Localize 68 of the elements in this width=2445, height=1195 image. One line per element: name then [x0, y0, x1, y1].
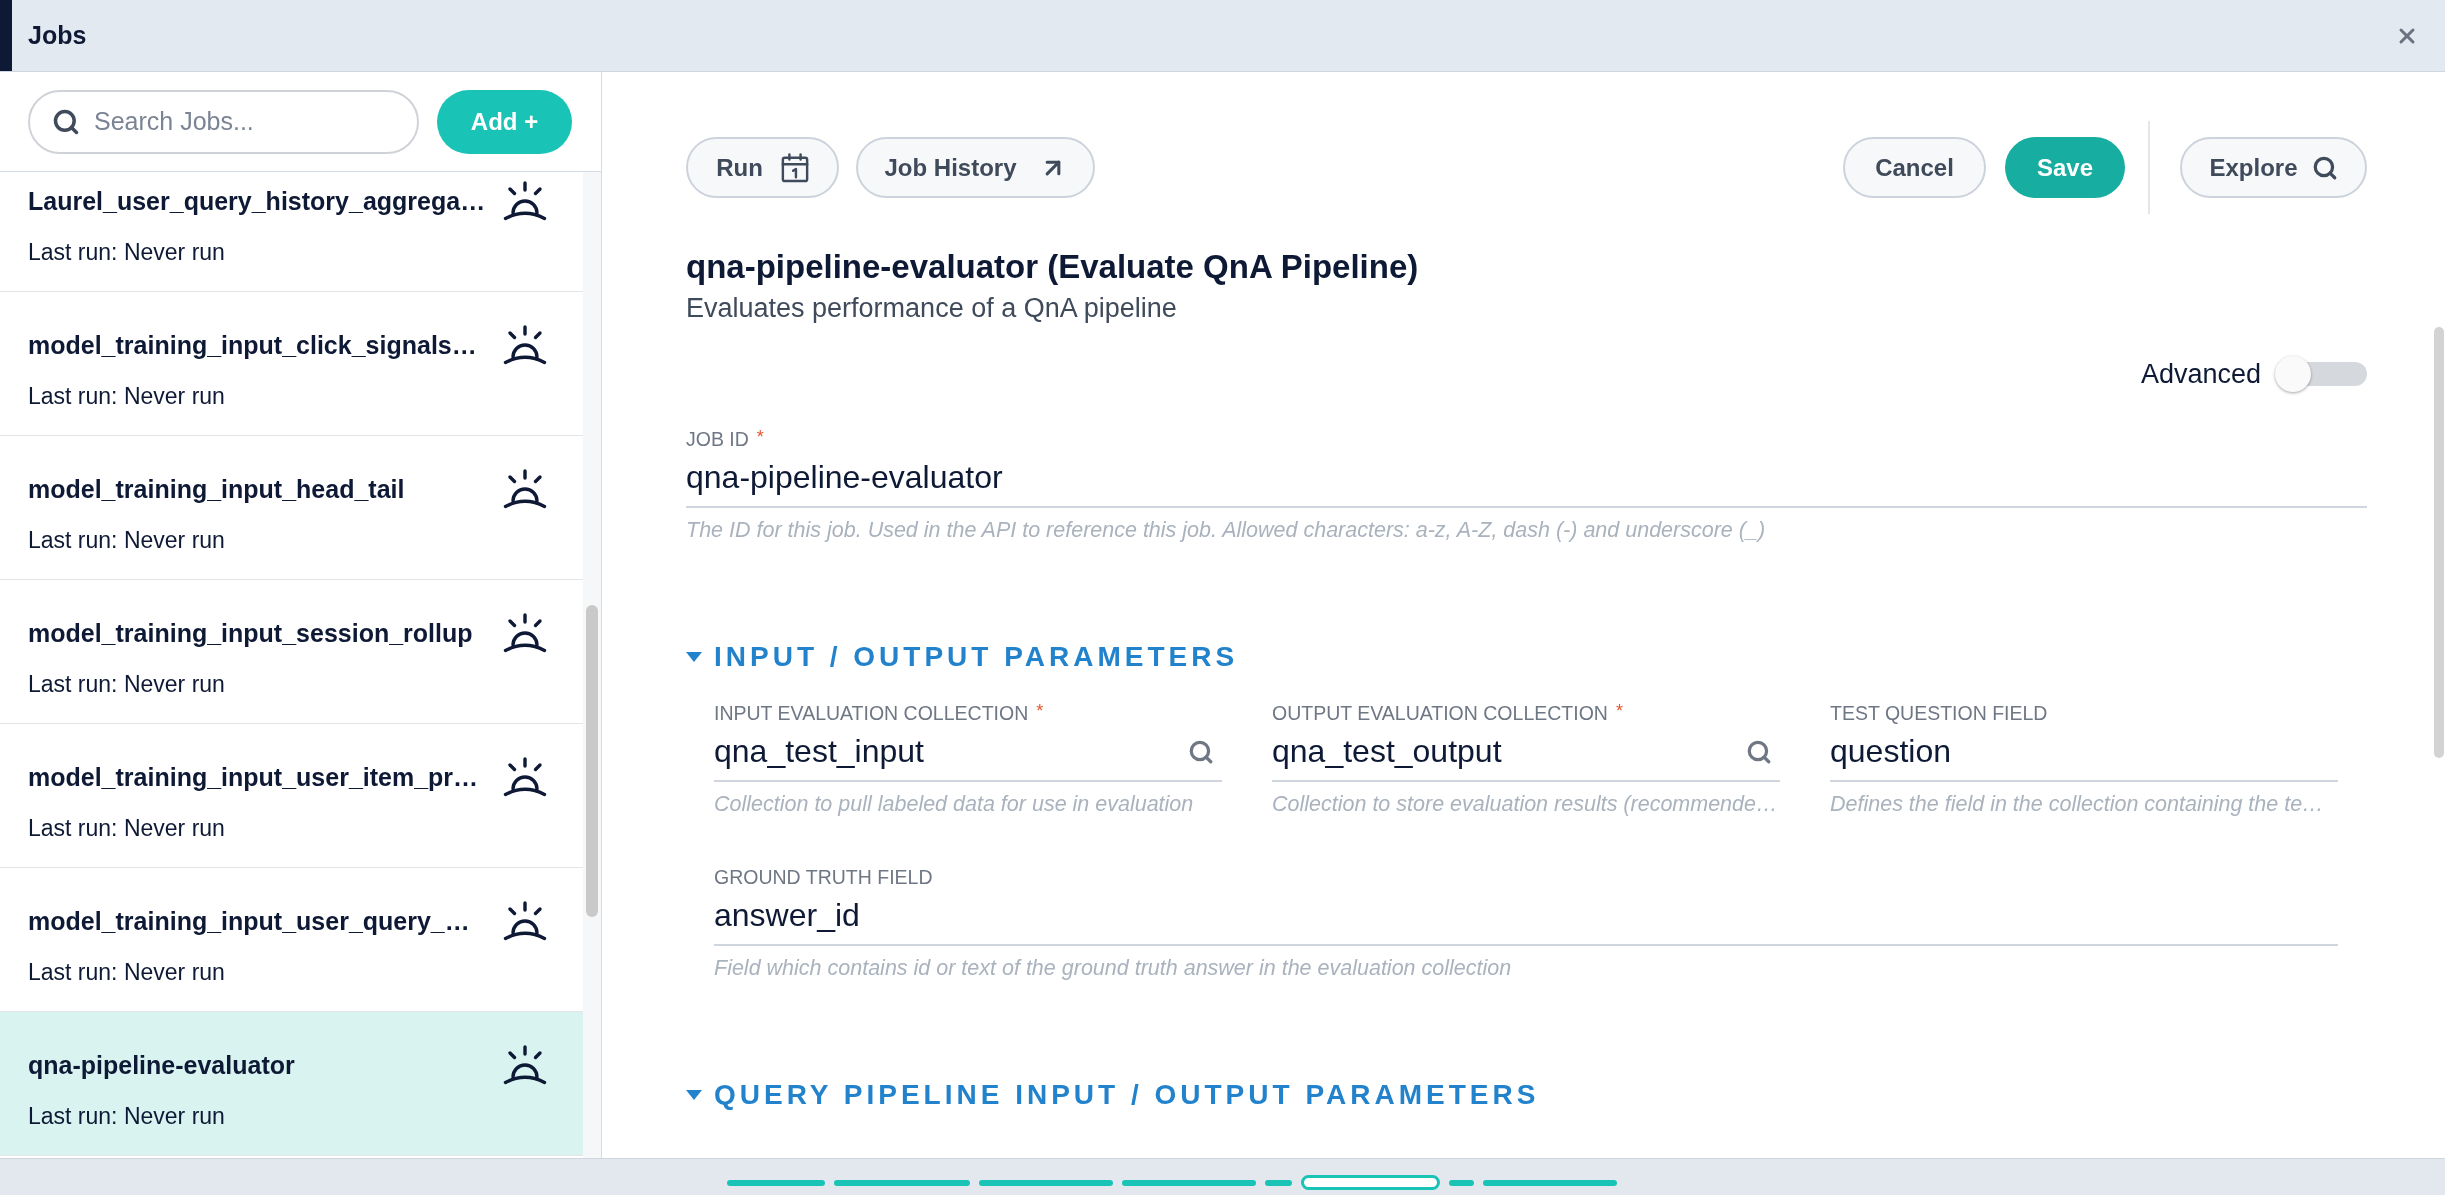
- job-history-button[interactable]: Job History: [856, 137, 1095, 198]
- lookup-field[interactable]: qna_test_output: [1272, 730, 1780, 782]
- job-name: model_training_input_session_rollup: [28, 618, 473, 649]
- section-header[interactable]: QUERY PIPELINE INPUT / OUTPUT PARAMETERS: [686, 1075, 1540, 1115]
- search-icon[interactable]: [1746, 739, 1772, 765]
- last-run-text: Last run: Never run: [28, 814, 226, 843]
- text-field[interactable]: question: [1830, 730, 2338, 782]
- field-label: GROUND TRUTH FIELD: [714, 866, 933, 888]
- last-run-text: Last run: Never run: [28, 1102, 226, 1131]
- job-description: Evaluates performance of a QnA pipeline: [686, 292, 1178, 324]
- last-run-text: Last run: Never run: [28, 526, 226, 555]
- field-label: TEST QUESTION FIELD: [1830, 702, 2048, 724]
- scrollbar-thumb[interactable]: [2433, 327, 2444, 758]
- calendar-icon: [780, 152, 809, 183]
- job-list-item[interactable]: qna-pipeline-evaluator Last run: Never run: [0, 1012, 583, 1156]
- sunrise-icon: [503, 613, 547, 653]
- search-icon: [2311, 154, 2338, 181]
- help-text: Collection to pull labeled data for use in evaluation: [714, 791, 1195, 817]
- cancel-button[interactable]: Cancel: [1843, 137, 1986, 198]
- help-text: Field which contains id or text of the ground truth answer in the evaluation collection: [714, 955, 1513, 981]
- page-segment[interactable]: [979, 1179, 1113, 1186]
- page-segment[interactable]: [1265, 1179, 1292, 1186]
- page-segment[interactable]: [1301, 1175, 1440, 1190]
- last-run-text: Last run: Never run: [28, 382, 226, 411]
- sunrise-icon: [503, 1045, 547, 1085]
- advanced-toggle[interactable]: [2275, 354, 2367, 394]
- text-field[interactable]: answer_id: [714, 894, 2338, 946]
- lookup-field[interactable]: qna_test_input: [714, 730, 1222, 782]
- search-icon[interactable]: [1188, 739, 1214, 765]
- required-mark: *: [1036, 702, 1044, 720]
- field-label: OUTPUT EVALUATION COLLECTION: [1272, 702, 1608, 724]
- required-mark: *: [756, 428, 764, 446]
- scrollbar-thumb[interactable]: [586, 605, 598, 917]
- sunrise-icon: [503, 325, 547, 365]
- sunrise-icon: [503, 469, 547, 509]
- job-name: Laurel_user_query_history_aggrega…: [28, 186, 486, 217]
- help-text: Collection to store evaluation results (recommende…: [1272, 791, 1779, 817]
- page-segment[interactable]: [1122, 1179, 1256, 1186]
- advanced-label: Advanced: [2140, 357, 2261, 391]
- window-title: Jobs: [28, 19, 87, 51]
- search-field[interactable]: Search Jobs...: [28, 89, 419, 154]
- run-button[interactable]: Run: [686, 137, 839, 198]
- job-title: qna-pipeline-evaluator (Evaluate QnA Pipeline): [686, 247, 1420, 287]
- explore-button[interactable]: Explore: [2180, 137, 2367, 198]
- job-name: model_training_input_user_item_pr…: [28, 762, 479, 793]
- page-segment[interactable]: [834, 1179, 970, 1186]
- page-segment[interactable]: [1449, 1179, 1474, 1186]
- job-name: qna-pipeline-evaluator: [28, 1050, 295, 1081]
- page-segment[interactable]: [727, 1179, 825, 1186]
- search-icon: [52, 107, 80, 136]
- required-mark: *: [1615, 702, 1623, 720]
- help-text: The ID for this job. Used in the API to reference this job. Allowed characters: a-z, A-Z, dash (-) and underscore (_): [686, 517, 1767, 543]
- last-run-text: Last run: Never run: [28, 238, 226, 267]
- job-name: model_training_input_user_query_…: [28, 906, 470, 937]
- sunrise-icon: [503, 181, 547, 221]
- last-run-text: Last run: Never run: [28, 670, 226, 699]
- page-segment[interactable]: [1483, 1179, 1617, 1186]
- field-label: JOB ID: [686, 428, 749, 450]
- sunrise-icon: [503, 901, 547, 941]
- field-label: INPUT EVALUATION COLLECTION: [714, 702, 1029, 724]
- accent-bar: [0, 0, 12, 71]
- job-name: model_training_input_click_signals…: [28, 330, 477, 361]
- sunrise-icon: [503, 757, 547, 797]
- job-name: model_training_input_head_tail: [28, 474, 405, 505]
- section-header[interactable]: INPUT / OUTPUT PARAMETERS: [686, 637, 1239, 677]
- last-run-text: Last run: Never run: [28, 958, 226, 987]
- help-text: Defines the field in the collection containing the te…: [1830, 791, 2325, 817]
- text-field[interactable]: qna-pipeline-evaluator: [686, 456, 2367, 508]
